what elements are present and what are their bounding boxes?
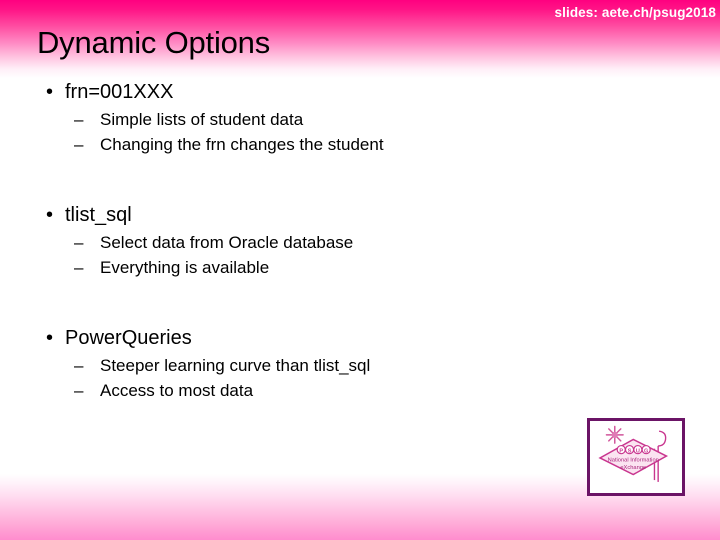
logo-line-1: National Information: [608, 458, 659, 464]
slide-canvas: slides: aete.ch/psug2018 Dynamic Options…: [0, 0, 720, 540]
psug-logo-graphic: P S U G National Information eXchange: [598, 425, 669, 482]
sub-bullet-item: – Select data from Oracle database: [0, 230, 720, 255]
slide-body-outline: • frn=001XXX – Simple lists of student d…: [0, 78, 720, 403]
svg-text:P: P: [619, 448, 623, 454]
dash-marker-icon: –: [74, 356, 84, 375]
bullet-marker-icon: •: [46, 327, 54, 349]
dash-marker-icon: –: [74, 135, 84, 154]
dash-marker-icon: –: [74, 381, 84, 400]
logo-line-2: eXchange: [620, 465, 646, 471]
dash-marker-icon: –: [74, 110, 84, 129]
sub-bullet-label: Steeper learning curve than tlist_sql: [100, 356, 371, 375]
bullet-item: • frn=001XXX: [0, 78, 720, 107]
bullet-marker-icon: •: [46, 81, 54, 103]
svg-text:U: U: [636, 448, 640, 454]
svg-text:G: G: [644, 448, 648, 454]
dash-marker-icon: –: [74, 258, 84, 277]
bullet-item: • tlist_sql: [0, 201, 720, 230]
dash-marker-icon: –: [74, 233, 84, 252]
bullet-label: tlist_sql: [65, 204, 132, 226]
sub-bullet-label: Everything is available: [100, 258, 270, 277]
sub-bullet-item: – Steeper learning curve than tlist_sql: [0, 353, 720, 378]
bullet-group: • frn=001XXX – Simple lists of student d…: [0, 78, 720, 157]
sub-bullet-label: Changing the frn changes the student: [100, 135, 384, 154]
sub-bullet-label: Access to most data: [100, 381, 254, 400]
bullet-item: • PowerQueries: [0, 324, 720, 353]
bullet-label: frn=001XXX: [65, 81, 174, 103]
slides-url-note: slides: aete.ch/psug2018: [554, 5, 716, 20]
sub-bullet-item: – Changing the frn changes the student: [0, 132, 720, 157]
sub-bullet-label: Simple lists of student data: [100, 110, 304, 129]
bullet-group: • tlist_sql – Select data from Oracle da…: [0, 201, 720, 280]
sub-bullet-item: – Simple lists of student data: [0, 107, 720, 132]
bullet-group: • PowerQueries – Steeper learning curve …: [0, 324, 720, 403]
bullet-label: PowerQueries: [65, 327, 192, 349]
sub-bullet-item: – Access to most data: [0, 378, 720, 403]
svg-text:S: S: [628, 448, 632, 454]
psug-logo: P S U G National Information eXchange: [587, 418, 685, 496]
sub-bullet-item: – Everything is available: [0, 255, 720, 280]
starburst-core: [611, 431, 618, 438]
sub-bullet-label: Select data from Oracle database: [100, 233, 354, 252]
bullet-marker-icon: •: [46, 204, 54, 226]
slide-title: Dynamic Options: [37, 25, 271, 60]
